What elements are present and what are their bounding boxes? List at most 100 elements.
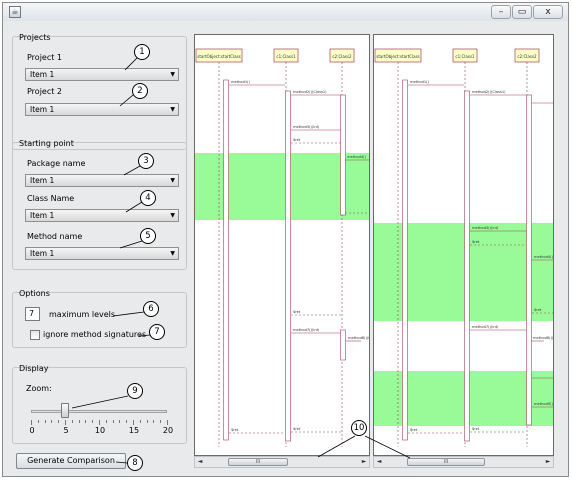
callout-5: 5 [140,228,156,244]
chevron-down-icon: ▼ [170,250,175,257]
activation-bar [223,79,229,441]
ignore-signatures-label: ignore method signatures [43,330,147,339]
activation-bar [526,94,532,426]
zoom-tick [112,420,114,423]
project1-label: Project 1 [27,53,63,62]
zoom-tick [153,420,155,423]
zoom-tick-label: 20 [162,426,174,435]
zoom-tick [51,420,53,423]
message-label: method8()(int) [533,336,554,340]
zoom-tick [65,420,66,425]
zoom-tick [119,420,121,423]
maximize-button[interactable]: ▭ [512,5,532,19]
message-label: method4() [347,155,367,159]
message-label: method1() [231,80,251,84]
display-title: Display [19,364,49,373]
zoom-tick [133,420,134,425]
lifeline-label: c1:Class1 [455,54,475,59]
activation-bar [285,90,291,442]
message-label: method2()(Class1) [472,90,506,94]
message-label: $ret [472,427,480,431]
starting-point-title: Starting point [19,139,74,148]
zoom-tick [31,420,32,425]
message-label: $ret [231,428,239,432]
callout-7: 7 [149,324,165,340]
activation-bar [340,329,346,361]
lifeline-label: c2:Class2 [332,54,352,59]
zoom-tick [105,420,107,423]
package-select[interactable]: Item 1 ▼ [25,174,179,187]
method-select[interactable]: Item 1 ▼ [25,247,179,260]
message-label: method3()(int) [293,125,320,129]
generate-comparison-button[interactable]: Generate Comparison [16,453,126,469]
zoom-tick [139,420,141,423]
callout-1: 1 [134,44,150,60]
zoom-tick [44,420,46,423]
chevron-down-icon: ▼ [170,106,175,113]
left-sequence-diagram[interactable]: startObject:startClass c1:Class1 c2:Class2… [194,34,370,456]
message-label: method1() [410,80,430,84]
scrollbar-thumb[interactable]: III [228,458,288,466]
project1-select[interactable]: Item 1 ▼ [25,68,179,81]
options-title: Options [19,289,50,298]
close-button[interactable]: x [533,5,563,19]
zoom-tick [71,420,73,423]
message-label: $ret [293,138,301,142]
zoom-tick [160,420,162,423]
message-label: method4() [534,255,554,259]
max-levels-input[interactable]: 7 [25,307,40,321]
zoom-slider-track[interactable] [31,410,167,413]
message-label: method7()(int) [293,328,320,332]
projects-title: Projects [19,33,51,42]
class-label: Class Name [27,194,75,203]
zoom-tick-label: 0 [29,426,35,435]
project2-select[interactable]: Item 1 ▼ [25,103,179,116]
zoom-slider-thumb[interactable] [61,403,69,418]
callout-8: 8 [127,455,143,471]
left-horizontal-scrollbar[interactable]: ◄ III ► [194,456,370,468]
zoom-tick [85,420,87,423]
lifeline-label: c2:Class2 [517,54,537,59]
left-diagram-canvas: startObject:startClass c1:Class1 c2:Class2… [195,48,370,447]
scroll-left-icon[interactable]: ◄ [374,457,384,467]
zoom-tick [126,420,128,423]
scroll-right-icon[interactable]: ► [543,457,553,467]
right-diagram-canvas: startObject:startClass c1:Class1 c2:Class2… [374,48,554,447]
lifeline-label: startObject:startClass [197,54,241,59]
zoom-tick [92,420,94,423]
activation-bar [402,79,408,441]
minimize-button[interactable]: – [491,5,511,19]
right-horizontal-scrollbar[interactable]: ◄ III ► [373,456,554,468]
method-value: Item 1 [30,249,55,258]
zoom-tick [146,420,148,423]
max-levels-label: maximum levels [49,310,116,319]
scrollbar-thumb[interactable]: III [407,458,485,466]
scroll-right-icon[interactable]: ► [359,457,369,467]
zoom-tick-label: 5 [63,426,69,435]
chevron-down-icon: ▼ [170,212,175,219]
callout-3: 3 [138,153,154,169]
package-value: Item 1 [30,176,55,185]
java-app-icon: ☕ [9,6,21,18]
zoom-tick [37,420,39,423]
scroll-left-icon[interactable]: ◄ [195,457,205,467]
callout-4: 4 [140,190,156,206]
message-label: $ret [293,427,301,431]
method-label: Method name [27,232,83,241]
message-label: method9() [534,402,554,406]
message-label: method8()(int) [348,336,370,340]
right-sequence-diagram[interactable]: startObject:startClass c1:Class1 c2:Class2… [373,34,554,456]
title-bar: ☕ – ▭ x [3,3,568,21]
zoom-tick [58,420,60,423]
message-label: method3()(int) [472,226,499,230]
callout-9: 9 [127,383,143,399]
class-select[interactable]: Item 1 ▼ [25,209,179,222]
zoom-tick-label: 15 [128,426,140,435]
message-label: $ret [472,240,480,244]
project2-value: Item 1 [30,105,55,114]
message-label: $ret [534,308,542,312]
chevron-down-icon: ▼ [170,177,175,184]
callout-6: 6 [143,301,159,317]
ignore-signatures-checkbox[interactable] [30,330,40,340]
callout-2: 2 [132,83,148,99]
